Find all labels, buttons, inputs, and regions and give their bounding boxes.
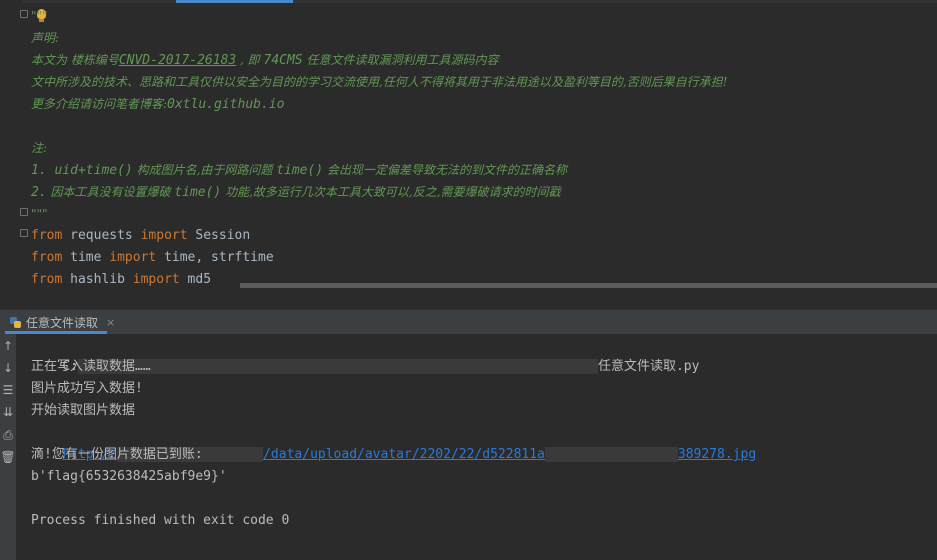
code-token: 1. uid+time()	[31, 163, 133, 178]
run-toolbar: ↑ ↓ ☰ ⇊ ⎙ 🗑	[0, 334, 16, 560]
horizontal-scrollbar[interactable]	[240, 283, 937, 288]
code-line: from requests import Session	[31, 225, 937, 247]
fold-marker-icon[interactable]	[20, 208, 28, 216]
code-line: 2. 因本工具没有设置爆破 time() 功能,故多运行几次本工具大致可以,反之…	[31, 181, 937, 203]
code-token: 功能,故多运行几次本工具大致可以,反之,需要爆破请求的时间戳	[221, 185, 561, 199]
code-line: 1. uid+time() 构成图片名,由于网路问题 time() 会出现一定偏…	[31, 159, 937, 181]
code-line: 注:	[31, 137, 937, 159]
keyword-token: import	[109, 250, 157, 265]
trash-icon[interactable]: 🗑	[0, 448, 16, 466]
code-token: 74CMS	[263, 53, 303, 68]
fold-marker-icon[interactable]	[20, 229, 28, 237]
close-icon[interactable]: ×	[106, 316, 115, 329]
code-token: 任意文件读取漏洞利用工具源码内容	[302, 53, 499, 67]
code-line: 本文为 楼栋编号CNVD-2017-26183 , 即 74CMS 任意文件读取…	[31, 49, 937, 71]
code-line: """	[31, 203, 937, 225]
code-token: time()	[276, 163, 324, 178]
run-tool-window-header: 任意文件读取 ×	[0, 309, 937, 334]
run-tab-label: 任意文件读取	[26, 315, 99, 330]
active-editor-tab-indicator	[176, 0, 293, 3]
code-token: 0xtlu.github.io	[167, 97, 285, 112]
arrow-up-icon[interactable]: ↑	[0, 337, 16, 355]
code-token: 文中所涉及的技术、思路和工具仅供以安全为目的的学习交流使用,任何人不得将其用于非…	[31, 75, 728, 89]
code-line: 声明:	[31, 27, 937, 49]
code-token: 注:	[31, 141, 48, 155]
code-token: CNVD-2017-26183	[118, 53, 237, 68]
keyword-token: from	[31, 250, 63, 265]
soft-wrap-icon[interactable]: ☰	[0, 381, 16, 399]
console-line-writing: 正在写入读取数据……	[31, 359, 151, 374]
code-token: 会出现一定偏差导致无法的到文件的正确名称	[323, 163, 567, 177]
run-console-output[interactable]: C: 任意文件读取.py 正在写入读取数据…… 图片成功写入数据! 开始读取图片数…	[31, 334, 937, 532]
editor-tab-strip	[0, 0, 937, 3]
console-line-flag: b'flag{6532638425abf9e9}'	[31, 469, 227, 484]
code-editor[interactable]: """ 声明: 本文为 楼栋编号CNVD-2017-26183 , 即 74CMS …	[0, 0, 937, 288]
code-line: """	[31, 5, 937, 27]
console-line-written: 图片成功写入数据!	[31, 381, 143, 396]
keyword-token: import	[132, 272, 180, 287]
code-token: Session	[187, 228, 251, 243]
code-token: time()	[174, 185, 222, 200]
arrow-down-icon[interactable]: ↓	[0, 359, 16, 377]
code-token: """	[31, 9, 48, 23]
code-line: from time import time, strftime	[31, 247, 937, 269]
code-token: , 即	[236, 53, 264, 67]
code-token: hashlib	[62, 272, 133, 287]
code-token: """	[31, 207, 48, 221]
scroll-to-end-icon[interactable]: ⇊	[0, 403, 16, 421]
console-line-path: C: 任意文件读取.py	[31, 334, 937, 374]
code-line: 文中所涉及的技术、思路和工具仅供以安全为目的的学习交流使用,任何人不得将其用于非…	[31, 71, 937, 93]
python-icon	[10, 316, 21, 328]
code-token: time	[62, 250, 110, 265]
code-line: 更多介绍请访问笔者博客:0xtlu.github.io	[31, 93, 937, 115]
code-token: 因本工具没有设置爆破	[46, 185, 175, 199]
code-token: 构成图片名,由于网路问题	[132, 163, 277, 177]
code-token: requests	[62, 228, 141, 243]
code-token: 本文为 楼栋编号	[31, 53, 119, 67]
code-token: md5	[179, 272, 212, 287]
editor-gutter	[0, 0, 22, 288]
code-token: 2.	[31, 185, 47, 200]
code-token: 更多介绍请访问笔者博客:	[31, 97, 168, 111]
fold-marker-icon[interactable]	[20, 10, 28, 18]
keyword-token: from	[31, 272, 63, 287]
keyword-token: from	[31, 228, 63, 243]
code-token: 声明:	[31, 31, 60, 45]
keyword-token: import	[140, 228, 188, 243]
console-line-url: http:///data/upload/avatar/2202/22/d5228…	[31, 422, 937, 462]
code-lines[interactable]: """ 声明: 本文为 楼栋编号CNVD-2017-26183 , 即 74CMS …	[31, 5, 937, 288]
console-line-exit: Process finished with exit code 0	[31, 513, 290, 528]
code-token: time, strftime	[156, 250, 274, 265]
print-icon[interactable]: ⎙	[0, 426, 16, 444]
console-line-reading: 开始读取图片数据	[31, 403, 136, 418]
console-line-arrived: 滴!您有一份图片数据已到账:	[31, 447, 203, 462]
